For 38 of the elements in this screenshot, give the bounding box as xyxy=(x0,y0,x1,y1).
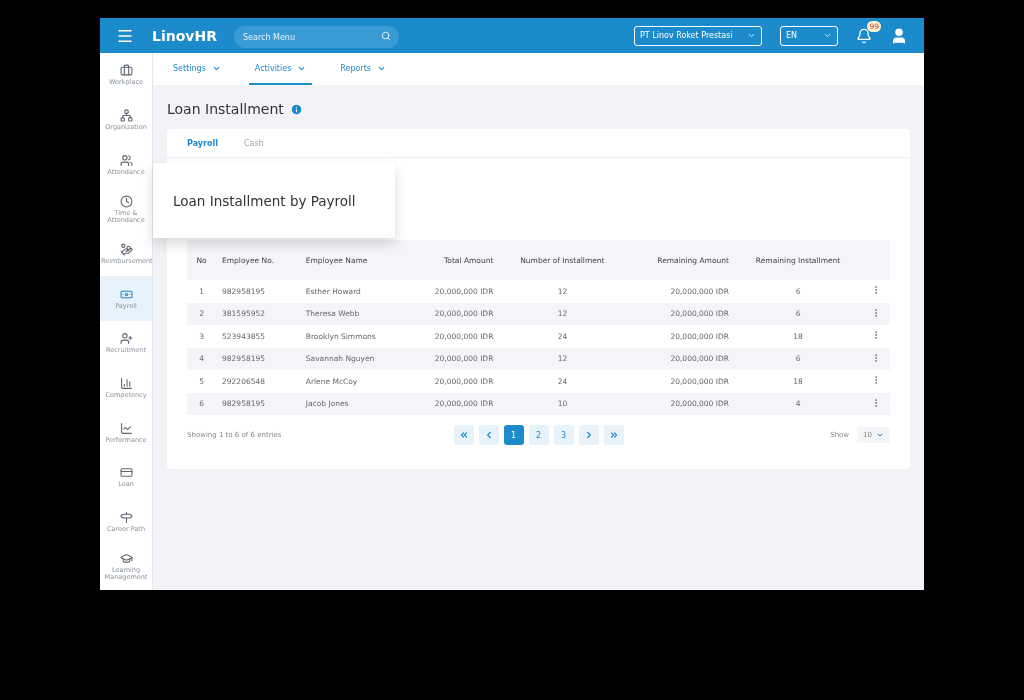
hand-coin-icon xyxy=(119,243,133,256)
people-icon xyxy=(119,153,133,167)
brand-logo: LinovHR xyxy=(152,26,216,45)
line-chart-icon xyxy=(119,421,133,435)
info-icon[interactable] xyxy=(289,102,303,116)
org-chart-icon xyxy=(119,108,133,122)
double-chevron-right-icon xyxy=(608,430,619,440)
page-button[interactable]: 3 xyxy=(553,425,574,445)
page-button[interactable]: 2 xyxy=(528,425,549,445)
callout-card: Loan Installment by Payroll xyxy=(153,163,395,238)
nav-tab[interactable]: Activities xyxy=(248,53,313,85)
previous-page-button[interactable] xyxy=(478,425,499,445)
caret-icon xyxy=(876,431,884,439)
double-chevron-left-icon xyxy=(458,430,469,440)
nav-tab[interactable]: Settings xyxy=(167,53,227,85)
caret-icon xyxy=(823,31,832,40)
caret-icon xyxy=(747,31,756,40)
briefcase-icon xyxy=(119,64,133,78)
first-page-button[interactable] xyxy=(453,425,474,445)
tab[interactable]: Payroll xyxy=(181,129,224,157)
graduation-cap-icon xyxy=(119,552,133,566)
nav-tab[interactable]: Reports xyxy=(334,53,392,85)
next-page-button[interactable] xyxy=(578,425,599,445)
user-icon[interactable] xyxy=(890,26,908,45)
page-button[interactable]: 1 xyxy=(503,425,524,445)
tab[interactable]: Cash xyxy=(237,129,270,157)
card-icon xyxy=(119,466,133,480)
search-field[interactable]: Search Menu xyxy=(234,26,399,48)
page-title: Loan Installment xyxy=(167,101,284,117)
language-select[interactable]: EN xyxy=(780,25,838,46)
company-select[interactable]: PT Linov Roket Prestasi xyxy=(634,25,762,46)
clock-icon xyxy=(119,194,133,208)
bell-icon[interactable] xyxy=(856,27,872,44)
add-user-icon xyxy=(119,332,133,346)
search-icon[interactable] xyxy=(381,30,391,41)
last-page-button[interactable] xyxy=(603,425,624,445)
bar-chart-icon xyxy=(119,377,133,391)
signpost-icon xyxy=(119,511,133,525)
